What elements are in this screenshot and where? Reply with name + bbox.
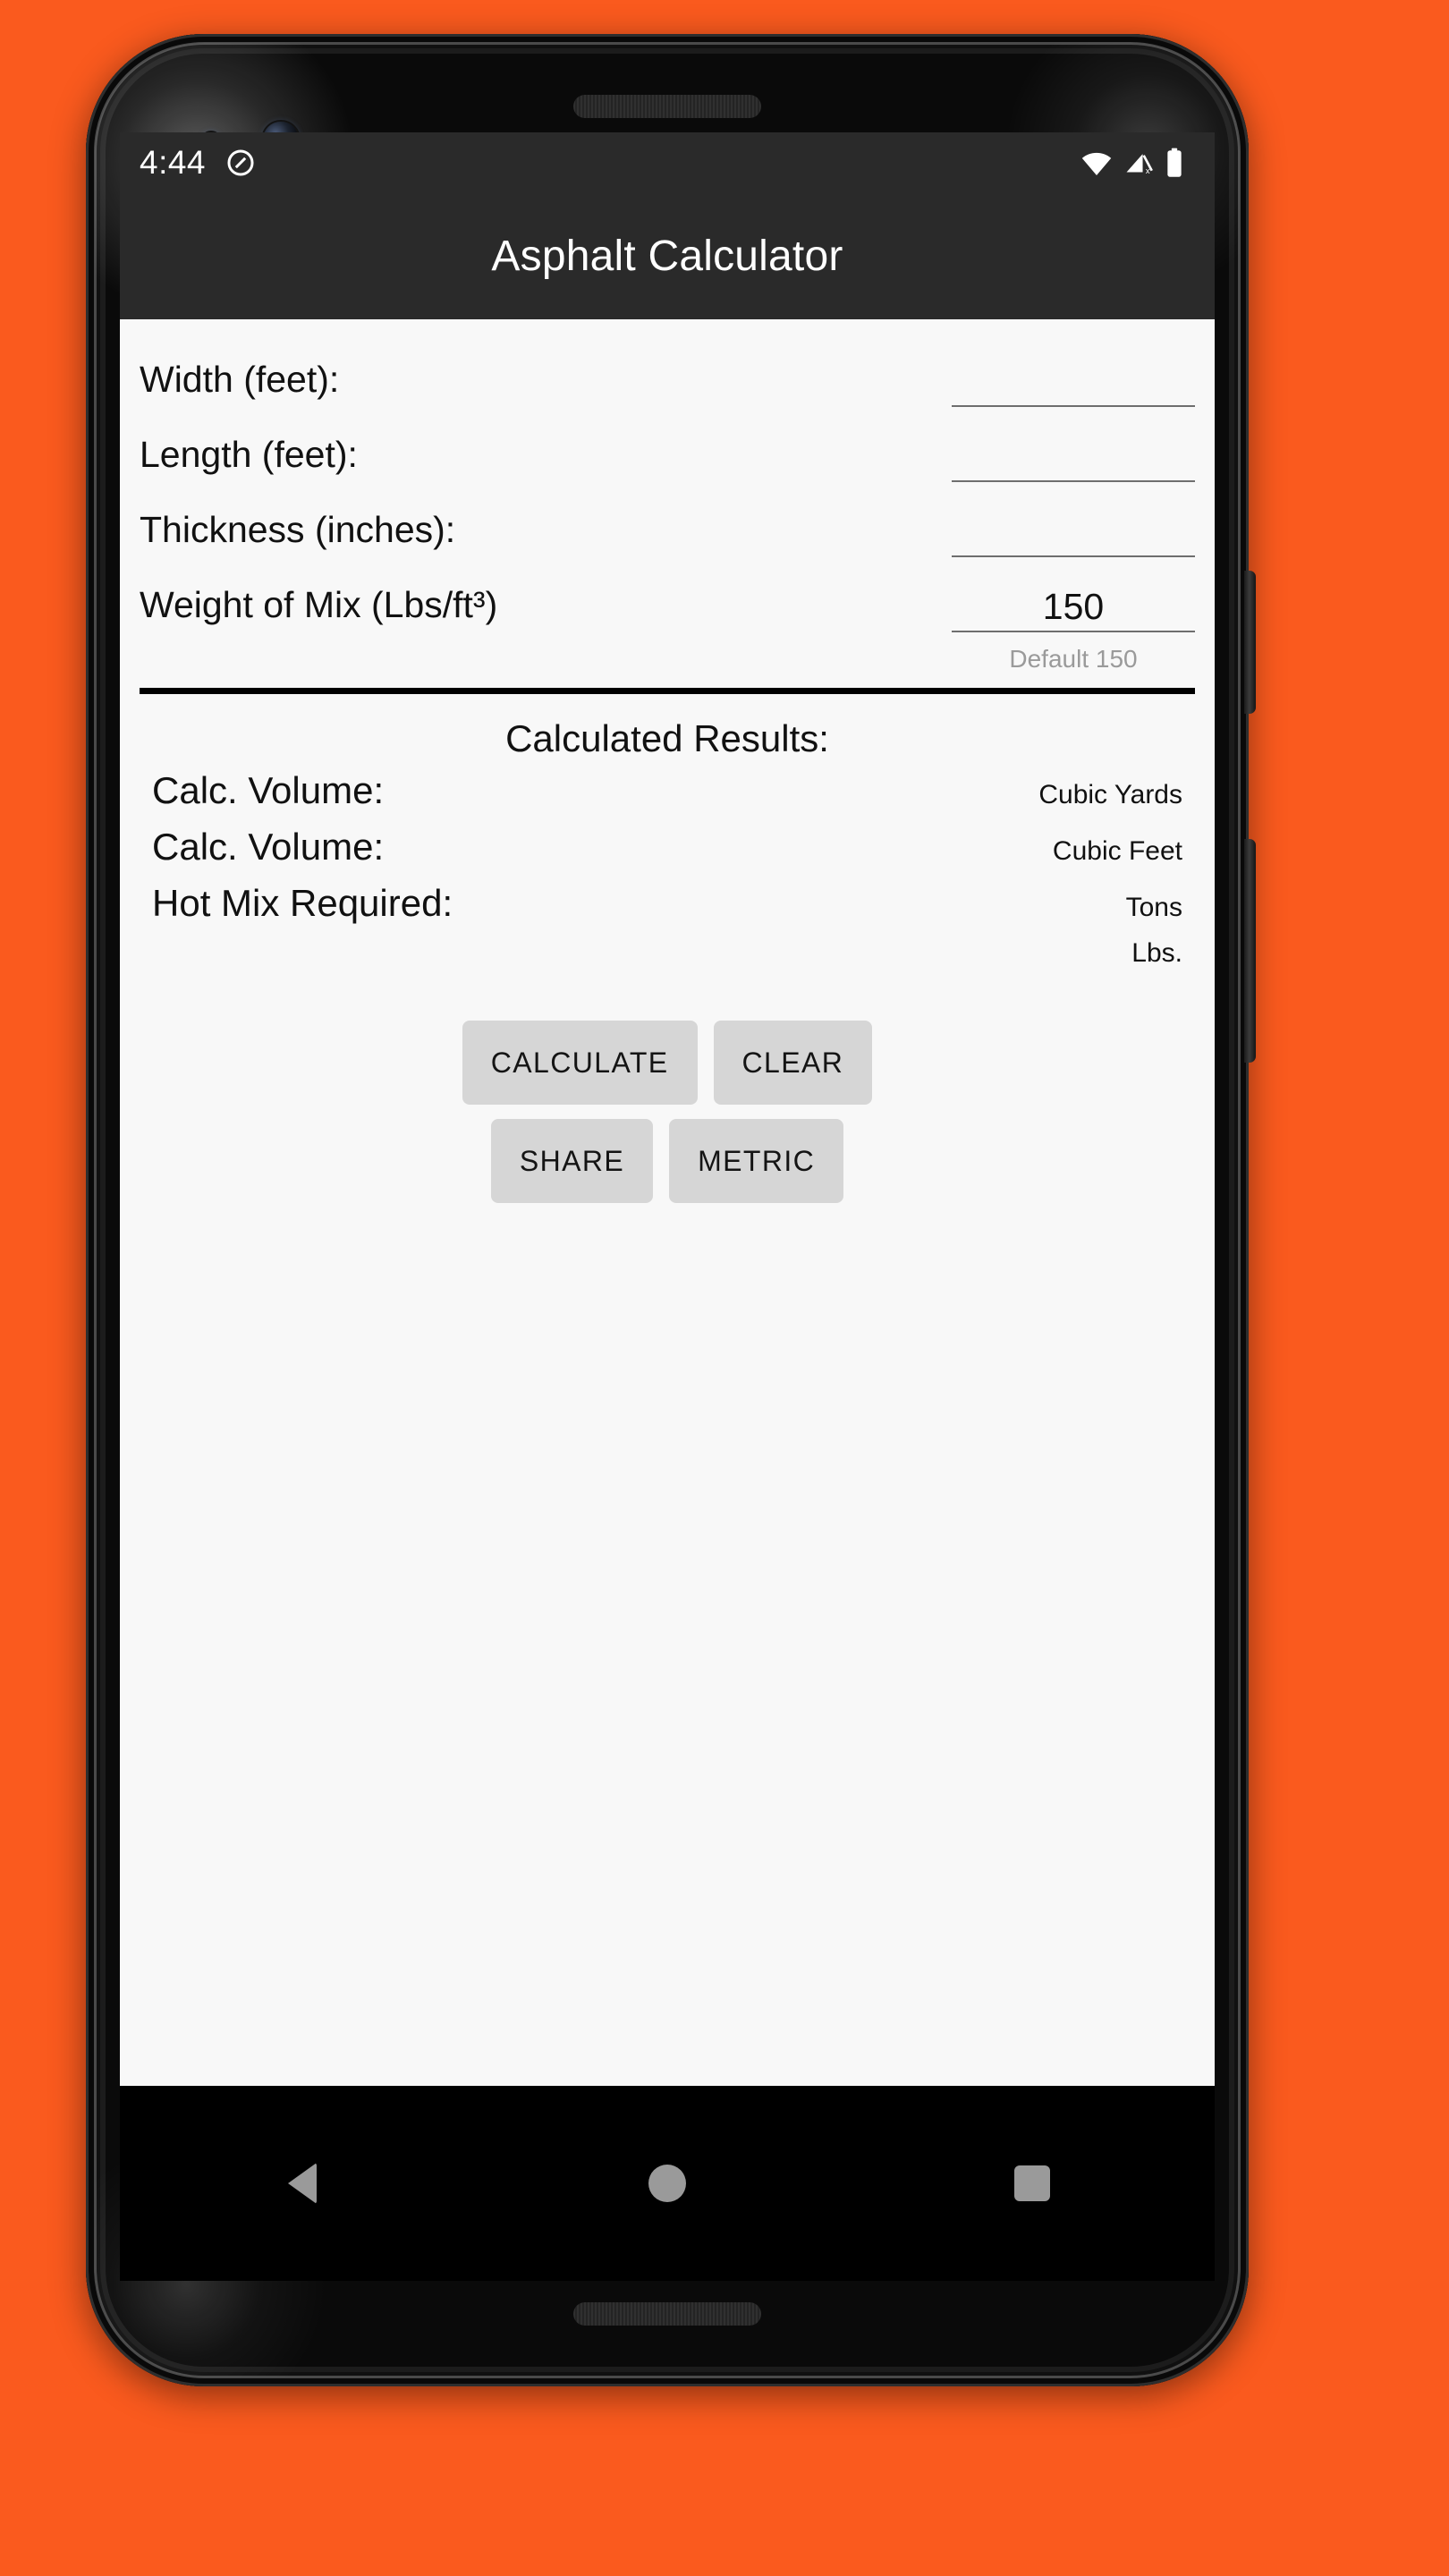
wifi-icon: [1080, 149, 1113, 176]
status-time: 4:44: [140, 144, 207, 181]
thickness-label: Thickness (inches):: [140, 509, 456, 550]
button-row-primary: CALCULATE CLEAR: [120, 1021, 1215, 1105]
do-not-disturb-icon: [225, 148, 256, 178]
bottom-speaker-icon: [573, 2302, 761, 2326]
length-label: Length (feet):: [140, 434, 358, 475]
recents-square-icon: [1014, 2165, 1050, 2201]
results-section: Calculated Results: Calc. Volume: Cubic …: [120, 694, 1215, 994]
status-bar: 4:44 x: [120, 132, 1215, 193]
input-form: Width (feet): Length (feet): Thickness (…: [120, 319, 1215, 688]
share-button[interactable]: SHARE: [490, 1119, 654, 1203]
length-input[interactable]: [952, 423, 1195, 482]
nav-recents-button[interactable]: [850, 2165, 1215, 2201]
earpiece-speaker-icon: [573, 95, 761, 118]
android-navigation-bar: [120, 2086, 1215, 2281]
app-content: Width (feet): Length (feet): Thickness (…: [120, 319, 1215, 2086]
weight-of-mix-input-value: 150: [1042, 586, 1105, 627]
page-title: Asphalt Calculator: [491, 233, 843, 280]
calculate-button[interactable]: CALCULATE: [462, 1021, 698, 1105]
result-label-cubic-yards: Calc. Volume:: [152, 769, 385, 811]
field-row-thickness: Thickness (inches):: [140, 482, 1195, 557]
result-row-cubic-yards: Calc. Volume: Cubic Yards: [120, 769, 1215, 826]
weight-of-mix-label: Weight of Mix (Lbs/ft³): [140, 584, 498, 625]
nav-back-button[interactable]: [120, 2163, 485, 2204]
app-bar: Asphalt Calculator: [120, 193, 1215, 319]
result-unit-cubic-feet: Cubic Feet: [1052, 836, 1182, 866]
phone-screen: 4:44 x Asphalt Calculator Width (feet): …: [120, 132, 1215, 2281]
width-label: Width (feet):: [140, 359, 340, 400]
battery-full-icon: [1165, 148, 1184, 178]
metric-button[interactable]: METRIC: [669, 1119, 844, 1203]
field-row-weight-of-mix: Weight of Mix (Lbs/ft³) 150: [140, 557, 1195, 632]
hint-row: Default 150: [140, 632, 1195, 688]
result-unit-tons: Tons: [1125, 893, 1182, 922]
button-row-secondary: SHARE METRIC: [120, 1119, 1215, 1203]
phone-device: 4:44 x Asphalt Calculator Width (feet): …: [86, 34, 1256, 2386]
results-title: Calculated Results:: [505, 717, 829, 759]
cellular-off-icon: x: [1123, 149, 1154, 176]
width-input[interactable]: [952, 348, 1195, 407]
result-label-cubic-feet: Calc. Volume:: [152, 826, 385, 868]
weight-of-mix-hint: Default 150: [1009, 645, 1138, 673]
field-row-length: Length (feet):: [140, 407, 1195, 482]
result-row-tons: Hot Mix Required: Tons: [120, 882, 1215, 938]
result-unit-cubic-yards: Cubic Yards: [1038, 780, 1182, 809]
home-circle-icon: [648, 2165, 686, 2202]
thickness-input[interactable]: [952, 498, 1195, 557]
result-row-cubic-feet: Calc. Volume: Cubic Feet: [120, 826, 1215, 882]
result-label-hot-mix: Hot Mix Required:: [152, 882, 453, 924]
weight-of-mix-input[interactable]: 150: [952, 573, 1195, 632]
result-unit-lbs: Lbs.: [1131, 938, 1182, 968]
clear-button[interactable]: CLEAR: [713, 1021, 873, 1105]
back-triangle-icon: [288, 2163, 317, 2204]
field-row-width: Width (feet):: [140, 332, 1195, 407]
nav-home-button[interactable]: [485, 2165, 850, 2202]
section-divider: [140, 688, 1195, 694]
result-row-lbs: Lbs.: [120, 938, 1215, 994]
power-button[interactable]: [1244, 571, 1256, 714]
svg-text:x: x: [1146, 166, 1150, 175]
volume-button[interactable]: [1244, 839, 1256, 1063]
status-icons: x: [1080, 148, 1184, 178]
